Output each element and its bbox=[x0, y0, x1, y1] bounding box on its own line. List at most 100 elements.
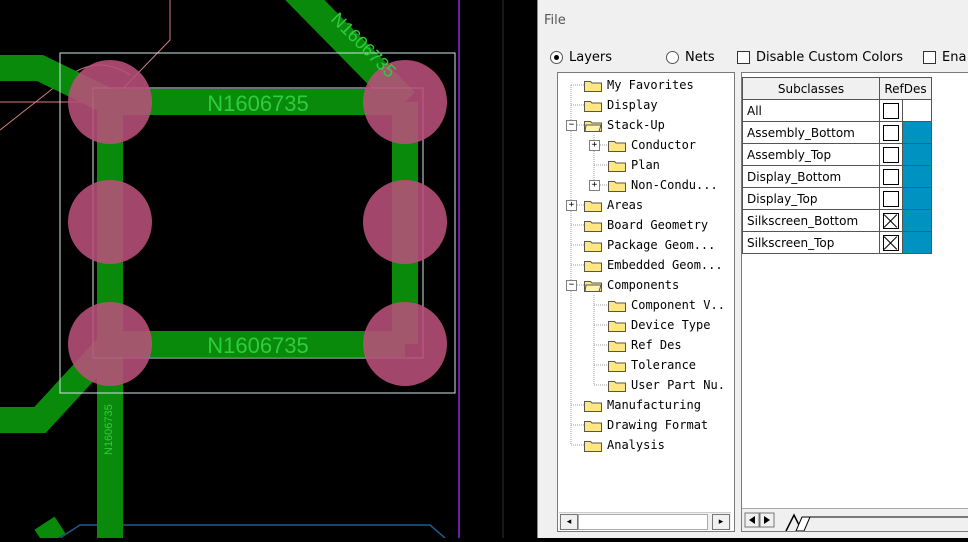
color-swatch[interactable] bbox=[902, 209, 932, 232]
tree-item-components[interactable]: Components bbox=[584, 275, 679, 295]
tree-item-my-favorites[interactable]: My Favorites bbox=[584, 75, 694, 95]
tree-item-conductor[interactable]: Conductor bbox=[608, 135, 696, 155]
visibility-checkbox[interactable] bbox=[883, 212, 899, 229]
pad-6[interactable] bbox=[363, 302, 447, 386]
tree-item-drawing-format[interactable]: Drawing Format bbox=[584, 415, 708, 435]
tree-item-embedded-geometry[interactable]: Embedded Geom... bbox=[584, 255, 723, 275]
visibility-checkbox-cell[interactable] bbox=[879, 121, 903, 144]
visibility-checkbox-cell[interactable] bbox=[879, 165, 903, 188]
color-swatch[interactable] bbox=[902, 187, 932, 210]
folder-icon bbox=[584, 420, 602, 432]
color-swatch[interactable] bbox=[902, 231, 932, 254]
folder-icon bbox=[584, 260, 602, 272]
visibility-checkbox[interactable] bbox=[883, 146, 899, 163]
tree-item-package-geometry[interactable]: Package Geom... bbox=[584, 235, 715, 255]
visibility-checkbox-cell[interactable] bbox=[879, 231, 903, 254]
folder-icon bbox=[584, 440, 602, 452]
color-dialog-panel: File Layers Nets Disable Custom Colors E… bbox=[537, 0, 968, 538]
tree-item-non-conductor[interactable]: Non-Condu... bbox=[608, 175, 718, 195]
pad-3[interactable] bbox=[68, 302, 152, 386]
tree-horizontal-scrollbar[interactable]: ◂ ▸ bbox=[559, 512, 731, 530]
visibility-checkbox[interactable] bbox=[883, 168, 899, 185]
tree-item-label: Device Type bbox=[631, 318, 711, 332]
tree-item-stack-up[interactable]: Stack-Up bbox=[584, 115, 665, 135]
color-swatch[interactable] bbox=[902, 121, 932, 144]
disable-custom-colors-checkbox[interactable]: Disable Custom Colors bbox=[737, 49, 903, 65]
enable-checkbox[interactable]: Ena bbox=[923, 49, 966, 65]
disable-custom-colors-label: Disable Custom Colors bbox=[756, 49, 904, 65]
pcb-canvas[interactable]: N1606735 N1606735 N1606735 N1606735 bbox=[0, 0, 540, 542]
folder-icon bbox=[584, 200, 602, 212]
enable-box[interactable] bbox=[923, 50, 936, 64]
scroll-left-arrow-icon[interactable]: ◂ bbox=[560, 514, 578, 530]
visibility-checkbox-cell[interactable] bbox=[879, 209, 903, 232]
components-collapse-toggle[interactable]: − bbox=[566, 280, 577, 291]
folder-icon bbox=[584, 400, 602, 412]
tree-item-ref-des[interactable]: Ref Des bbox=[608, 335, 682, 355]
visibility-checkbox[interactable] bbox=[883, 234, 899, 251]
pcb-drawing[interactable]: N1606735 N1606735 N1606735 N1606735 bbox=[0, 0, 540, 542]
nets-radio[interactable]: Nets bbox=[666, 49, 715, 65]
grid-row-assembly-bottom[interactable]: Assembly_Bottom bbox=[742, 121, 932, 144]
subclass-grid[interactable]: Subclasses RefDes All Assembly_Bottom As… bbox=[741, 72, 968, 532]
layers-radio[interactable]: Layers bbox=[550, 49, 612, 65]
net-label-top: N1606735 bbox=[207, 91, 309, 116]
layer-tree[interactable]: − + + + − My Favorites Display Stack-Up … bbox=[557, 72, 735, 532]
grid-row-silkscreen-top[interactable]: Silkscreen_Top bbox=[742, 231, 932, 254]
tree-item-label: Tolerance bbox=[631, 358, 697, 372]
visibility-checkbox[interactable] bbox=[883, 102, 899, 119]
folder-icon bbox=[584, 100, 602, 112]
tree-item-board-geometry[interactable]: Board Geometry bbox=[584, 215, 708, 235]
nets-radio-label: Nets bbox=[685, 49, 715, 65]
folder-icon bbox=[608, 380, 626, 392]
pad-2[interactable] bbox=[68, 180, 152, 264]
tree-item-tolerance[interactable]: Tolerance bbox=[608, 355, 696, 375]
grid-row-assembly-top[interactable]: Assembly_Top bbox=[742, 143, 932, 166]
subclass-name: Silkscreen_Bottom bbox=[742, 209, 880, 232]
visibility-checkbox-cell[interactable] bbox=[879, 143, 903, 166]
visibility-checkbox-cell[interactable] bbox=[879, 187, 903, 210]
grid-row-display-top[interactable]: Display_Top bbox=[742, 187, 932, 210]
subclasses-header[interactable]: Subclasses bbox=[742, 77, 880, 100]
tree-item-component-value[interactable]: Component V.. bbox=[608, 295, 725, 315]
folder-icon bbox=[608, 360, 626, 372]
grid-row-display-bottom[interactable]: Display_Bottom bbox=[742, 165, 932, 188]
tree-item-label: Component V.. bbox=[631, 298, 725, 312]
subclass-name: Assembly_Bottom bbox=[742, 121, 880, 144]
visibility-checkbox-cell[interactable] bbox=[879, 99, 903, 122]
visibility-checkbox[interactable] bbox=[883, 190, 899, 207]
nets-radio-dot[interactable] bbox=[666, 50, 679, 64]
folder-icon bbox=[608, 320, 626, 332]
stack-up-collapse-toggle[interactable]: − bbox=[566, 120, 577, 131]
disable-custom-colors-box[interactable] bbox=[737, 50, 750, 64]
refdes-header[interactable]: RefDes bbox=[879, 77, 932, 100]
tree-item-device-type[interactable]: Device Type bbox=[608, 315, 710, 335]
open-folder-icon bbox=[584, 120, 602, 132]
folder-icon bbox=[608, 340, 626, 352]
scroll-thumb[interactable] bbox=[578, 514, 708, 530]
pad-1[interactable] bbox=[68, 60, 152, 144]
tree-item-label: Drawing Format bbox=[607, 418, 709, 432]
menu-file[interactable]: File bbox=[544, 13, 566, 28]
non-conductor-expand-toggle[interactable]: + bbox=[589, 180, 600, 191]
tree-item-display[interactable]: Display bbox=[584, 95, 658, 115]
tree-item-plan[interactable]: Plan bbox=[608, 155, 660, 175]
areas-expand-toggle[interactable]: + bbox=[566, 200, 577, 211]
tree-item-label: Non-Condu... bbox=[631, 178, 718, 192]
pad-4[interactable] bbox=[363, 60, 447, 144]
color-swatch[interactable] bbox=[902, 165, 932, 188]
scroll-right-arrow-icon[interactable]: ▸ bbox=[712, 514, 730, 530]
tree-item-analysis[interactable]: Analysis bbox=[584, 435, 665, 455]
tree-item-manufacturing[interactable]: Manufacturing bbox=[584, 395, 701, 415]
conductor-expand-toggle[interactable]: + bbox=[589, 140, 600, 151]
grid-row-all[interactable]: All bbox=[742, 99, 932, 122]
pad-5[interactable] bbox=[363, 180, 447, 264]
tree-item-user-part-number[interactable]: User Part Nu. bbox=[608, 375, 725, 395]
trace-bottom-diag bbox=[34, 516, 66, 542]
tree-item-areas[interactable]: Areas bbox=[584, 195, 643, 215]
visibility-checkbox[interactable] bbox=[883, 124, 899, 141]
color-swatch[interactable] bbox=[902, 99, 932, 122]
layers-radio-dot[interactable] bbox=[550, 50, 563, 64]
grid-row-silkscreen-bottom[interactable]: Silkscreen_Bottom bbox=[742, 209, 932, 232]
color-swatch[interactable] bbox=[902, 143, 932, 166]
